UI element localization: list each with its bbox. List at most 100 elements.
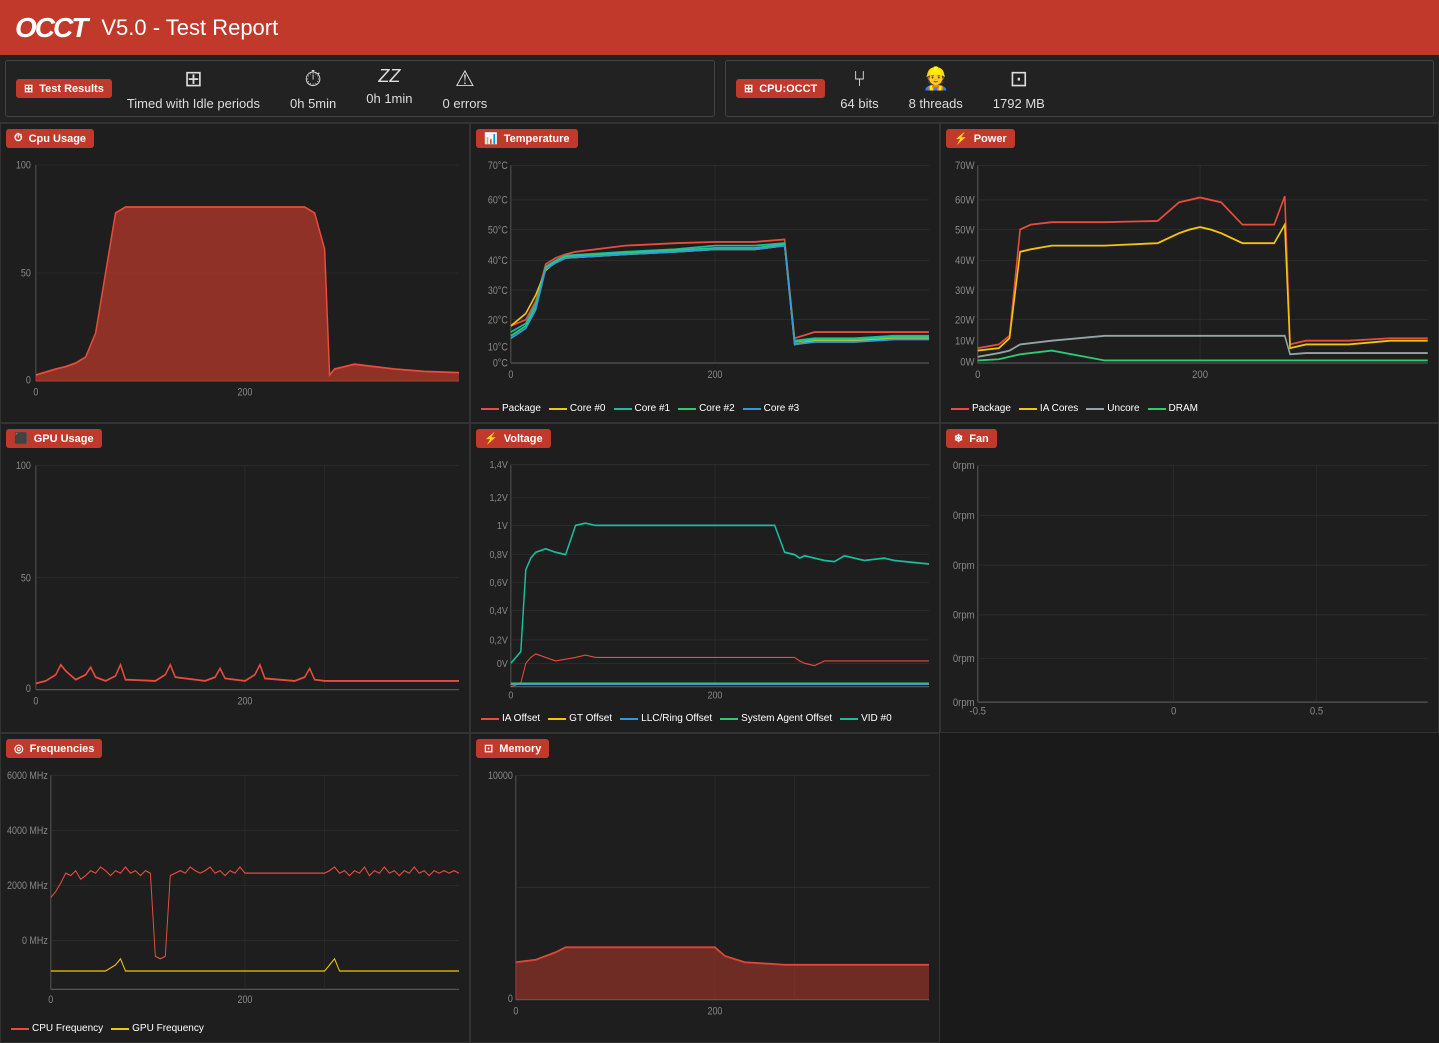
svg-text:40°C: 40°C <box>488 255 508 267</box>
test-results-items: ⊞ Timed with Idle periods ⏱ 0h 5min ZZ 0… <box>127 66 487 111</box>
gpu-usage-title: ⬛ GPU Usage <box>6 429 102 448</box>
cpu-usage-title: ⏱ Cpu Usage <box>6 129 94 148</box>
cpu-occt-label: ⊞ CPU:OCCT <box>736 79 825 98</box>
temperature-chart: 70°C 60°C 50°C 40°C 30°C 20°C 10°C 0°C 0… <box>476 153 934 400</box>
temperature-title: 📊 Temperature <box>476 129 578 148</box>
svg-text:0.5: 0.5 <box>1310 706 1323 718</box>
svg-text:0: 0 <box>508 993 513 1005</box>
svg-text:100: 100 <box>16 460 31 472</box>
svg-text:0rpm: 0rpm <box>953 610 975 622</box>
info-item-mode: ⊞ Timed with Idle periods <box>127 66 260 111</box>
power-panel: ⚡ Power 70W 60W 50W 40W 30W 20W 10W <box>940 123 1439 423</box>
frequencies-panel: ◎ Frequencies 6000 MHz 4000 MHz 2000 MHz… <box>0 733 470 1043</box>
svg-text:0: 0 <box>48 994 53 1006</box>
temperature-panel: 📊 Temperature 70°C 60°C 50°C 40°C 30°C 2… <box>470 123 940 423</box>
svg-text:70°C: 70°C <box>488 160 508 172</box>
logo: OCCT <box>15 12 86 44</box>
header-title: V5.0 - Test Report <box>101 15 278 41</box>
test-results-label: ⊞ Test Results <box>16 79 112 98</box>
svg-text:0: 0 <box>33 696 38 708</box>
fan-title: ❄ Fan <box>946 429 997 448</box>
svg-text:200: 200 <box>237 387 252 399</box>
frequencies-legend: CPU Frequency GPU Frequency <box>6 1020 464 1037</box>
svg-text:0rpm: 0rpm <box>953 560 975 572</box>
voltage-legend: IA Offset GT Offset LLC/Ring Offset Syst… <box>476 710 934 727</box>
svg-text:200: 200 <box>237 696 252 708</box>
svg-text:4000 MHz: 4000 MHz <box>7 825 48 837</box>
svg-text:0: 0 <box>508 690 514 702</box>
svg-text:30°C: 30°C <box>488 285 508 297</box>
svg-text:200: 200 <box>1192 369 1208 381</box>
power-title: ⚡ Power <box>946 129 1015 148</box>
power-legend: Package IA Cores Uncore DRAM <box>946 400 1433 417</box>
voltage-title: ⚡ Voltage <box>476 429 551 448</box>
fan-panel: ❄ Fan 0rpm 0rpm 0rpm 0rpm 0rpm 0 0rpm <box>940 423 1439 733</box>
svg-text:10W: 10W <box>955 336 975 348</box>
power-chart: 70W 60W 50W 40W 30W 20W 10W 0W 0 200 <box>946 153 1433 400</box>
svg-text:0: 0 <box>513 1006 518 1018</box>
svg-text:0V: 0V <box>497 658 508 670</box>
fan-chart: 0rpm 0rpm 0rpm 0rpm 0rpm 0 0rpm 0.5 -0.5 <box>946 453 1433 727</box>
cpu-occt-items: ⑂ 64 bits 👷 8 threads ⊡ 1792 MB <box>840 66 1045 111</box>
cpu-usage-panel: ⏱ Cpu Usage 100 50 0 0 200 <box>0 123 470 423</box>
svg-text:100: 100 <box>16 160 31 172</box>
info-item-bits: ⑂ 64 bits <box>840 66 878 111</box>
svg-text:0: 0 <box>33 387 38 399</box>
svg-text:200: 200 <box>707 690 722 702</box>
memory-title: ⊡ Memory <box>476 739 549 758</box>
frequencies-chart: 6000 MHz 4000 MHz 2000 MHz 0 MHz 0 200 <box>6 763 464 1020</box>
svg-text:50: 50 <box>21 268 31 280</box>
info-bar: ⊞ Test Results ⊞ Timed with Idle periods… <box>0 55 1439 123</box>
svg-text:1,4V: 1,4V <box>489 460 508 472</box>
svg-text:30W: 30W <box>955 285 975 297</box>
svg-text:0W: 0W <box>960 357 974 369</box>
svg-text:0: 0 <box>1171 706 1176 718</box>
svg-text:0: 0 <box>975 369 981 381</box>
svg-text:0: 0 <box>508 369 513 381</box>
svg-text:1V: 1V <box>497 520 508 532</box>
memory-panel: ⊡ Memory 10000 0 0 200 <box>470 733 940 1043</box>
svg-text:60W: 60W <box>955 195 975 207</box>
svg-text:40W: 40W <box>955 256 975 268</box>
svg-text:0,8V: 0,8V <box>489 550 508 562</box>
svg-text:-0.5: -0.5 <box>970 706 987 718</box>
svg-text:10°C: 10°C <box>488 342 508 354</box>
svg-text:0°C: 0°C <box>493 358 508 370</box>
charts-area: ⏱ Cpu Usage 100 50 0 0 200 <box>0 123 1439 1043</box>
svg-text:0 MHz: 0 MHz <box>22 935 48 947</box>
svg-text:50°C: 50°C <box>488 224 508 236</box>
cpu-usage-chart: 100 50 0 0 200 <box>6 153 464 417</box>
svg-text:0rpm: 0rpm <box>953 654 975 666</box>
svg-text:1,2V: 1,2V <box>489 492 508 504</box>
svg-text:0,6V: 0,6V <box>489 578 508 590</box>
svg-text:50W: 50W <box>955 225 975 237</box>
svg-text:200: 200 <box>707 369 722 381</box>
svg-text:2000 MHz: 2000 MHz <box>7 880 48 892</box>
svg-text:200: 200 <box>707 1006 722 1018</box>
info-item-duration: ⏱ 0h 5min <box>290 66 336 111</box>
info-item-threads: 👷 8 threads <box>909 66 963 111</box>
memory-chart: 10000 0 0 200 <box>476 763 934 1037</box>
info-item-errors: ⚠ 0 errors <box>443 66 488 111</box>
svg-text:60°C: 60°C <box>488 195 508 207</box>
svg-text:0: 0 <box>26 375 31 387</box>
header: OCCT V5.0 - Test Report <box>0 0 1439 55</box>
svg-text:0,2V: 0,2V <box>489 635 508 647</box>
frequencies-title: ◎ Frequencies <box>6 739 102 758</box>
svg-text:0rpm: 0rpm <box>953 461 975 473</box>
info-item-idle: ZZ 0h 1min <box>366 66 412 111</box>
gpu-usage-chart: 100 50 0 0 200 <box>6 453 464 727</box>
svg-text:200: 200 <box>237 994 252 1006</box>
svg-text:0rpm: 0rpm <box>953 510 975 522</box>
voltage-chart: 1,4V 1,2V 1V 0,8V 0,6V 0,4V 0,2V 0V 0 20… <box>476 453 934 710</box>
svg-text:20°C: 20°C <box>488 315 508 327</box>
gpu-usage-panel: ⬛ GPU Usage 100 50 0 0 200 <box>0 423 470 733</box>
svg-text:0,4V: 0,4V <box>489 606 508 618</box>
svg-text:10000: 10000 <box>488 770 513 782</box>
info-item-mb: ⊡ 1792 MB <box>993 66 1045 111</box>
svg-text:6000 MHz: 6000 MHz <box>7 770 48 782</box>
voltage-panel: ⚡ Voltage 1,4V 1,2V 1V 0,8V 0,6V <box>470 423 940 733</box>
svg-text:50: 50 <box>21 572 31 584</box>
svg-text:20W: 20W <box>955 315 975 327</box>
svg-text:0: 0 <box>26 683 31 695</box>
